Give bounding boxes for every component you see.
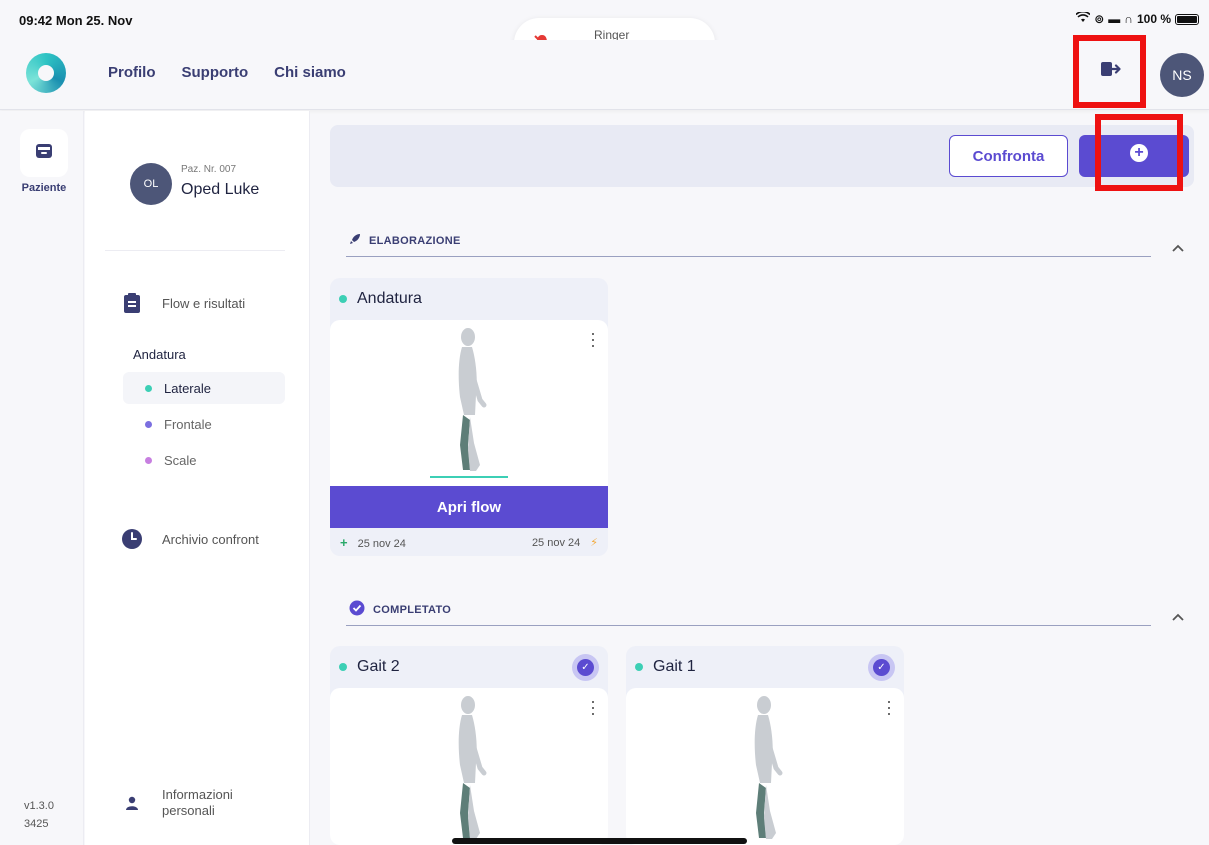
personal-label-line1: Informazioni bbox=[162, 787, 233, 802]
sidebar-subitem-laterale-label: Laterale bbox=[164, 380, 211, 396]
frontale-dot bbox=[145, 420, 152, 428]
lock-rotation-icon: ⊚ bbox=[1094, 12, 1105, 26]
section-completed-label: COMPLETATO bbox=[373, 603, 452, 616]
sidebar-item-personal-label: Informazioni personali bbox=[162, 787, 233, 819]
version-number: v1.3.0 bbox=[24, 800, 54, 812]
walking-figure-illustration bbox=[754, 696, 783, 839]
logout-button[interactable] bbox=[1073, 35, 1146, 108]
more-vertical-icon[interactable]: · · · bbox=[590, 324, 596, 354]
section-processing-header: ELABORAZIONE bbox=[349, 233, 461, 248]
sidebar-subitem-frontale[interactable]: Frontale bbox=[123, 408, 285, 440]
sidebar-subitem-scale[interactable]: Scale bbox=[123, 444, 285, 476]
card-preview: · · · bbox=[330, 320, 608, 486]
card-title-text: Gait 2 bbox=[357, 658, 400, 675]
completed-card-gait-1[interactable]: Gait 1 ✓ · · · bbox=[626, 646, 904, 845]
sidebar-group-andatura: Andatura bbox=[133, 347, 186, 362]
wifi-icon bbox=[1075, 10, 1091, 26]
nav-chi-siamo[interactable]: Chi siamo bbox=[274, 64, 346, 81]
updated-date-text: 25 nov 24 bbox=[531, 536, 581, 549]
action-toolbar: Confronta bbox=[330, 125, 1194, 187]
completed-check-icon: ✓ bbox=[868, 654, 895, 681]
app-version: v1.3.0 3425 bbox=[24, 797, 54, 833]
section-completed-divider bbox=[346, 625, 1151, 626]
updated-date: 25 nov 24 ⚡ bbox=[532, 536, 598, 549]
collapse-completed-chevron-icon[interactable] bbox=[1168, 609, 1188, 629]
top-nav: Profilo Supporto Chi siamo bbox=[108, 64, 346, 81]
check-circle-icon bbox=[349, 600, 365, 619]
sidebar-item-archive[interactable]: Archivio confront bbox=[120, 527, 259, 551]
battery-percent: 100 % bbox=[1136, 12, 1171, 26]
person-icon bbox=[120, 791, 144, 815]
card-title-text: Gait 1 bbox=[653, 658, 696, 675]
left-rail: Paziente v1.3.0 3425 bbox=[0, 111, 84, 845]
user-avatar[interactable]: NS bbox=[1160, 53, 1204, 97]
section-completed-header: COMPLETATO bbox=[349, 600, 451, 619]
open-flow-button[interactable]: Apri flow bbox=[330, 486, 608, 528]
processing-card-andatura: Andatura · · · Apri flow +25 nov 24 25 nov… bbox=[330, 278, 608, 556]
sidebar-item-personal[interactable]: Informazioni personali bbox=[120, 787, 233, 819]
section-processing-label: ELABORAZIONE bbox=[369, 234, 461, 247]
plus-circle-icon: + bbox=[1130, 143, 1148, 162]
status-dot bbox=[339, 663, 347, 671]
nav-supporto[interactable]: Supporto bbox=[182, 64, 249, 81]
card-title-text: Andatura bbox=[357, 290, 422, 307]
inbox-icon bbox=[35, 143, 53, 164]
sidebar-subitem-scale-label: Scale bbox=[164, 452, 197, 468]
walking-figure-illustration bbox=[458, 696, 487, 839]
sidebar-item-archive-label: Archivio confront bbox=[162, 531, 259, 547]
bolt-icon: ⚡ bbox=[590, 536, 598, 549]
section-processing-divider bbox=[346, 256, 1151, 257]
car-icon: ▬ bbox=[1108, 12, 1121, 26]
personal-label-line2: personali bbox=[162, 803, 215, 818]
card-footer: +25 nov 24 25 nov 24 ⚡ bbox=[330, 528, 608, 556]
completed-check-icon: ✓ bbox=[572, 654, 599, 681]
created-date-text: 25 nov 24 bbox=[357, 537, 406, 550]
sidebar-item-flow-label: Flow e risultati bbox=[162, 295, 246, 311]
status-time: 09:42 Mon 25. Nov bbox=[19, 13, 133, 28]
plus-icon: + bbox=[340, 534, 348, 550]
patient-sidebar: OL Paz. Nr. 007 Oped Luke Flow e risulta… bbox=[85, 111, 310, 845]
app-header: Profilo Supporto Chi siamo bbox=[0, 40, 1209, 110]
card-title: Andatura bbox=[330, 278, 608, 320]
card-preview: · · · bbox=[330, 688, 608, 845]
sidebar-divider bbox=[105, 250, 285, 251]
build-number: 3425 bbox=[24, 818, 49, 830]
nav-profilo[interactable]: Profilo bbox=[108, 64, 156, 81]
clock-icon bbox=[120, 527, 144, 551]
patient-nav-label: Paziente bbox=[21, 182, 67, 194]
rocket-icon bbox=[349, 233, 361, 248]
status-dot bbox=[339, 295, 347, 303]
sidebar-item-flow[interactable]: Flow e risultati bbox=[120, 291, 245, 315]
sidebar-subitem-frontale-label: Frontale bbox=[164, 416, 212, 432]
headphones-icon: ∩ bbox=[1124, 12, 1133, 26]
status-dot bbox=[635, 663, 643, 671]
compare-button[interactable]: Confronta bbox=[949, 135, 1068, 177]
logout-icon bbox=[1099, 59, 1121, 84]
add-button[interactable]: + bbox=[1095, 114, 1183, 191]
sidebar-subitem-laterale[interactable]: Laterale bbox=[123, 372, 285, 404]
app-logo[interactable] bbox=[26, 53, 66, 93]
walking-figure-illustration bbox=[430, 328, 508, 478]
clipboard-icon bbox=[120, 291, 144, 315]
patient-number: Paz. Nr. 007 bbox=[181, 164, 237, 175]
created-date: +25 nov 24 bbox=[340, 535, 406, 550]
patient-avatar: OL bbox=[130, 163, 172, 205]
laterale-dot bbox=[145, 384, 152, 392]
patient-nav-button[interactable] bbox=[20, 129, 68, 177]
card-title: Gait 1 ✓ bbox=[626, 646, 904, 688]
more-vertical-icon[interactable]: · · · bbox=[590, 692, 596, 722]
more-vertical-icon[interactable]: · · · bbox=[886, 692, 892, 722]
card-title: Gait 2 ✓ bbox=[330, 646, 608, 688]
card-preview: · · · bbox=[626, 688, 904, 845]
battery-icon bbox=[1175, 13, 1199, 25]
completed-card-gait-2[interactable]: Gait 2 ✓ · · · bbox=[330, 646, 608, 845]
home-indicator[interactable] bbox=[452, 838, 747, 844]
status-indicators: ⊚ ▬ ∩ 100 % bbox=[1075, 10, 1199, 26]
patient-name: Oped Luke bbox=[181, 181, 260, 198]
scale-dot bbox=[145, 456, 152, 464]
collapse-processing-chevron-icon[interactable] bbox=[1168, 240, 1188, 260]
